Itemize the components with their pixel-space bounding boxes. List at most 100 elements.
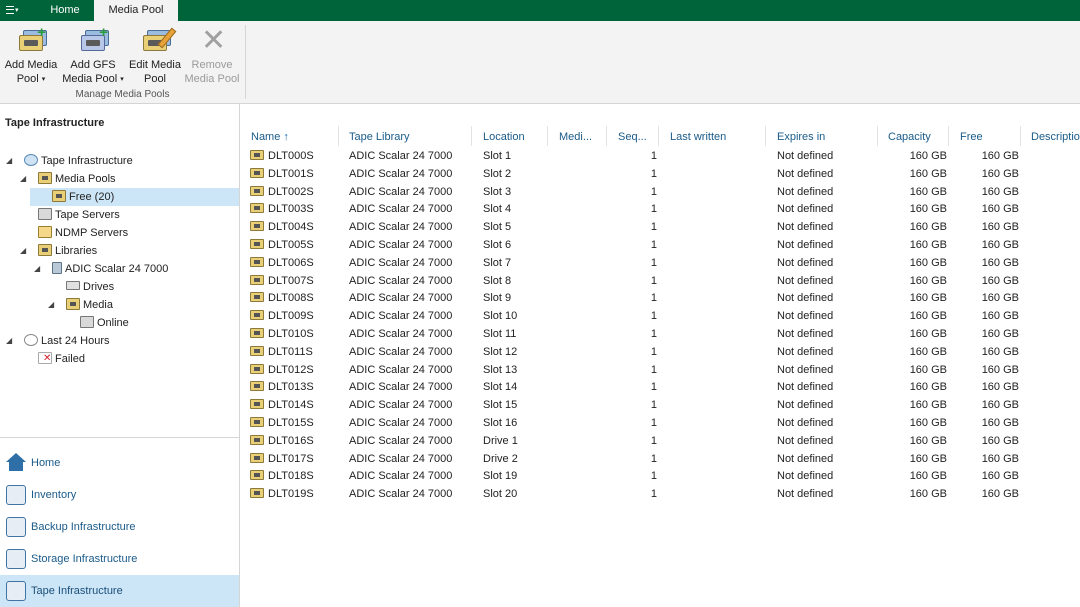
tape-infrastructure-icon — [24, 154, 38, 166]
cell-capacity: 160 GB — [909, 363, 947, 376]
failed-icon — [38, 350, 52, 368]
tree-item-drives[interactable]: Drives — [0, 278, 239, 296]
nav-label: Storage Infrastructure — [31, 553, 138, 565]
column-divider[interactable] — [606, 126, 607, 146]
cell-sequence: 1 — [650, 363, 657, 376]
edit-media-pool-button[interactable]: Edit Media Pool — [128, 27, 182, 89]
cell-sequence: 1 — [650, 167, 657, 180]
tape-icon — [250, 399, 264, 410]
table-row[interactable]: DLT002S ADIC Scalar 24 7000 Slot 3 1 Not def… — [241, 183, 1080, 201]
column-divider[interactable] — [471, 126, 472, 146]
cell-name: DLT003S — [268, 203, 314, 216]
column-header-sequence[interactable]: Seq... — [618, 129, 647, 145]
table-row[interactable]: DLT007S ADIC Scalar 24 7000 Slot 8 1 Not def… — [241, 272, 1080, 290]
column-header-capacity[interactable]: Capacity — [888, 129, 931, 145]
tab-media-pool[interactable]: Media Pool — [94, 0, 178, 21]
column-divider[interactable] — [765, 126, 766, 146]
table-row[interactable]: DLT010S ADIC Scalar 24 7000 Slot 11 1 Not de… — [241, 325, 1080, 343]
nav-storage-infrastructure[interactable]: Storage Infrastructure — [0, 543, 239, 575]
column-header-media[interactable]: Medi... — [559, 129, 592, 145]
column-divider[interactable] — [1020, 126, 1021, 146]
tree-item-free[interactable]: Free (20) — [30, 188, 239, 206]
table-row[interactable]: DLT019S ADIC Scalar 24 7000 Slot 20 1 Not de… — [241, 485, 1080, 503]
tree-item-tape-infrastructure[interactable]: ◢ Tape Infrastructure — [0, 152, 239, 170]
nav-tape-infrastructure[interactable]: Tape Infrastructure — [0, 575, 239, 607]
remove-media-pool-button[interactable]: ✕ Remove Media Pool — [184, 26, 240, 89]
cell-sequence: 1 — [650, 470, 657, 483]
column-header-tape-library[interactable]: Tape Library — [349, 129, 410, 145]
add-gfs-media-pool-button[interactable]: + Add GFS Media Pool ▾ — [60, 25, 126, 89]
cell-name: DLT016S — [268, 434, 314, 447]
table-row[interactable]: DLT016S ADIC Scalar 24 7000 Drive 1 1 Not de… — [241, 432, 1080, 450]
cell-location: Drive 2 — [483, 452, 518, 465]
collapse-icon[interactable]: ◢ — [6, 332, 16, 350]
tape-library-icon — [52, 262, 62, 274]
cell-expires-in: Not defined — [777, 363, 834, 376]
cell-capacity: 160 GB — [909, 434, 947, 447]
table-row[interactable]: DLT003S ADIC Scalar 24 7000 Slot 4 1 Not def… — [241, 200, 1080, 218]
column-divider[interactable] — [658, 126, 659, 146]
cell-sequence: 1 — [650, 150, 657, 162]
cell-capacity: 160 GB — [909, 239, 947, 251]
table-row[interactable]: DLT006S ADIC Scalar 24 7000 Slot 7 1 Not def… — [241, 254, 1080, 272]
table-row[interactable]: DLT008S ADIC Scalar 24 7000 Slot 9 1 Not def… — [241, 289, 1080, 307]
tree-item-tape-servers[interactable]: Tape Servers — [0, 206, 239, 224]
cell-tape-library: ADIC Scalar 24 7000 — [349, 452, 453, 465]
column-divider[interactable] — [338, 126, 339, 146]
cell-name: DLT009S — [268, 310, 314, 323]
cell-sequence: 1 — [650, 399, 657, 412]
tree-item-media[interactable]: ◢ Media — [0, 296, 239, 314]
collapse-icon[interactable]: ◢ — [20, 242, 30, 260]
add-media-pool-button[interactable]: + Add Media Pool ▾ — [4, 25, 58, 89]
table-row[interactable]: DLT011S ADIC Scalar 24 7000 Slot 12 1 Not de… — [241, 343, 1080, 361]
table-row[interactable]: DLT013S ADIC Scalar 24 7000 Slot 14 1 Not de… — [241, 378, 1080, 396]
collapse-icon[interactable]: ◢ — [48, 296, 58, 314]
table-row[interactable]: DLT015S ADIC Scalar 24 7000 Slot 16 1 Not de… — [241, 414, 1080, 432]
table-row[interactable]: DLT017S ADIC Scalar 24 7000 Drive 2 1 Not de… — [241, 450, 1080, 468]
cell-free: 160 GB — [981, 345, 1019, 358]
cell-tape-library: ADIC Scalar 24 7000 — [349, 274, 453, 287]
nav-inventory[interactable]: Inventory — [0, 479, 239, 511]
column-divider[interactable] — [877, 126, 878, 146]
cell-expires-in: Not defined — [777, 452, 834, 465]
table-row[interactable]: DLT014S ADIC Scalar 24 7000 Slot 15 1 Not de… — [241, 396, 1080, 414]
table-row[interactable]: DLT012S ADIC Scalar 24 7000 Slot 13 1 Not de… — [241, 361, 1080, 379]
cell-capacity: 160 GB — [909, 345, 947, 358]
tape-icon — [250, 221, 264, 232]
cell-free: 160 GB — [981, 310, 1019, 323]
table-row[interactable]: DLT018S ADIC Scalar 24 7000 Slot 19 1 Not de… — [241, 467, 1080, 485]
tape-icon — [250, 488, 264, 499]
drive-icon — [66, 281, 80, 290]
nav-home[interactable]: Home — [0, 447, 239, 479]
cell-free: 160 GB — [981, 434, 1019, 447]
column-divider[interactable] — [948, 126, 949, 146]
tab-home[interactable]: Home — [38, 0, 92, 21]
tree-item-media-pools[interactable]: ◢ Media Pools — [0, 170, 239, 188]
main-menu-button[interactable]: ▾ — [6, 3, 28, 18]
tree-item-online[interactable]: Online — [0, 314, 239, 332]
column-header-name[interactable]: Name ↑ — [251, 129, 289, 145]
table-row[interactable]: DLT001S ADIC Scalar 24 7000 Slot 2 1 Not def… — [241, 165, 1080, 183]
column-header-free[interactable]: Free — [960, 129, 983, 145]
tree-item-failed[interactable]: Failed — [0, 350, 239, 368]
tree-item-last-24-hours[interactable]: ◢ Last 24 Hours — [0, 332, 239, 350]
table-row[interactable]: DLT004S ADIC Scalar 24 7000 Slot 5 1 Not def… — [241, 218, 1080, 236]
column-divider[interactable] — [547, 126, 548, 146]
table-row[interactable]: DLT009S ADIC Scalar 24 7000 Slot 10 1 Not de… — [241, 307, 1080, 325]
tree-label: Failed — [55, 353, 85, 365]
column-header-description[interactable]: Description — [1031, 129, 1080, 145]
collapse-icon[interactable]: ◢ — [20, 170, 30, 188]
column-header-last-written[interactable]: Last written — [670, 129, 726, 145]
nav-backup-infrastructure[interactable]: Backup Infrastructure — [0, 511, 239, 543]
column-header-location[interactable]: Location — [483, 129, 525, 145]
collapse-icon[interactable]: ◢ — [34, 260, 44, 278]
collapse-icon[interactable]: ◢ — [6, 152, 16, 170]
cell-expires-in: Not defined — [777, 488, 834, 501]
tree-item-adic-library[interactable]: ◢ ADIC Scalar 24 7000 — [0, 260, 239, 278]
table-row[interactable]: DLT000S ADIC Scalar 24 7000 Slot 1 1 Not def… — [241, 147, 1080, 165]
table-row[interactable]: DLT005S ADIC Scalar 24 7000 Slot 6 1 Not def… — [241, 236, 1080, 254]
tree-item-libraries[interactable]: ◢ Libraries — [0, 242, 239, 260]
column-header-expires-in[interactable]: Expires in — [777, 129, 825, 145]
cell-free: 160 GB — [981, 381, 1019, 394]
tree-item-ndmp-servers[interactable]: NDMP Servers — [0, 224, 239, 242]
